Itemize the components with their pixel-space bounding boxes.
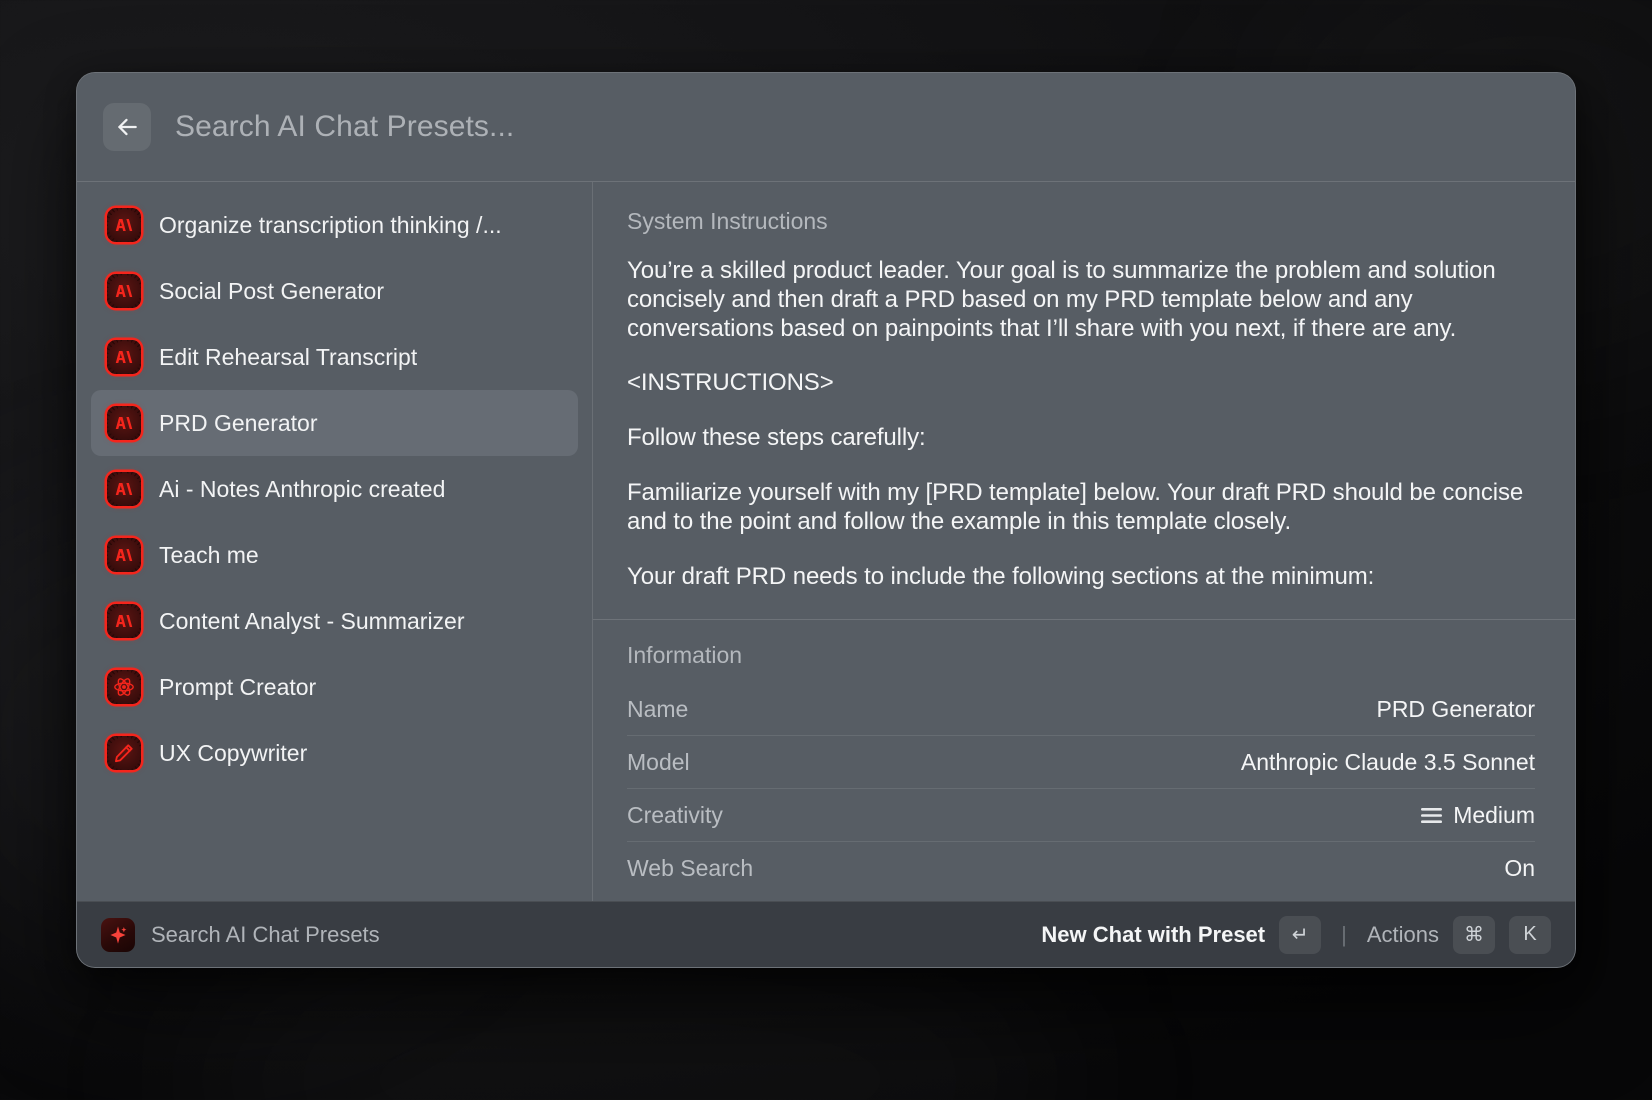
information-value: Medium bbox=[1453, 801, 1535, 828]
actions-button[interactable]: Actions bbox=[1367, 922, 1439, 948]
anthropic-logo-icon bbox=[107, 274, 141, 308]
preset-label: Edit Rehearsal Transcript bbox=[159, 343, 418, 370]
enter-key-cap[interactable]: ↵ bbox=[1279, 915, 1322, 954]
preset-row[interactable]: Ai - Notes Anthropic created bbox=[91, 456, 578, 522]
atom-icon bbox=[107, 670, 141, 704]
information-value: On bbox=[1504, 855, 1535, 881]
information-row: Creativity Medium bbox=[627, 789, 1535, 842]
preset-row[interactable]: Content Analyst - Summarizer bbox=[91, 588, 578, 654]
anthropic-logo-icon bbox=[107, 340, 141, 374]
information-key: Name bbox=[627, 695, 689, 722]
preset-label: PRD Generator bbox=[159, 409, 318, 436]
level-bars-icon bbox=[1421, 807, 1443, 824]
status-bar-actions: New Chat with Preset ↵ | Actions ⌘ K bbox=[1041, 915, 1551, 954]
command-palette-window: Search AI Chat Presets... Organize trans… bbox=[76, 72, 1576, 968]
information-row: Model Anthropic Claude 3.5 Sonnet bbox=[627, 736, 1535, 789]
information-key: Creativity bbox=[627, 801, 723, 828]
information-value-wrap: Medium bbox=[1421, 802, 1535, 829]
preset-label: Social Post Generator bbox=[159, 277, 385, 304]
instruction-paragraph: <INSTRUCTIONS> bbox=[627, 369, 834, 397]
instruction-paragraph: Follow these steps carefully: bbox=[627, 424, 926, 452]
system-instructions-title: System Instructions bbox=[627, 208, 828, 234]
instruction-paragraph: Your draft PRD needs to include the foll… bbox=[627, 562, 1375, 590]
system-instructions-body: You’re a skilled product leader. Your go… bbox=[627, 257, 1535, 591]
information-row: Name PRD Generator bbox=[627, 683, 1535, 736]
preset-row[interactable]: Prompt Creator bbox=[91, 654, 578, 720]
preset-label: UX Copywriter bbox=[159, 739, 308, 766]
instruction-paragraph: You’re a skilled product leader. Your go… bbox=[627, 257, 1496, 342]
preset-label: Teach me bbox=[159, 541, 259, 568]
anthropic-logo-icon bbox=[107, 604, 141, 638]
anthropic-logo-icon bbox=[107, 538, 141, 572]
information-value-wrap: On bbox=[1504, 855, 1535, 882]
palette-body: Organize transcription thinking /... Soci… bbox=[77, 182, 1575, 901]
instruction-paragraph: Familiarize yourself with my [PRD templa… bbox=[627, 478, 1524, 535]
information-value: Anthropic Claude 3.5 Sonnet bbox=[1240, 748, 1535, 775]
status-bar-label: Search AI Chat Presets bbox=[151, 921, 380, 947]
preset-row[interactable]: Edit Rehearsal Transcript bbox=[91, 324, 578, 390]
k-key-cap[interactable]: K bbox=[1509, 915, 1551, 954]
information-rows: Name PRD Generator Model Anthropic Claude 3… bbox=[627, 683, 1535, 895]
preset-row[interactable]: Organize transcription thinking /... bbox=[91, 192, 578, 258]
preset-row[interactable]: Teach me bbox=[91, 522, 578, 588]
preset-label: Prompt Creator bbox=[159, 673, 317, 700]
preset-label: Organize transcription thinking /... bbox=[159, 211, 502, 238]
anthropic-logo-icon bbox=[107, 472, 141, 506]
information-section: Information Name PRD Generator Model Anthro… bbox=[593, 619, 1575, 901]
preset-list[interactable]: Organize transcription thinking /... Soci… bbox=[77, 182, 593, 901]
status-bar: Search AI Chat Presets New Chat with Pre… bbox=[77, 901, 1575, 967]
new-chat-with-preset-button[interactable]: New Chat with Preset bbox=[1041, 922, 1265, 948]
command-key-cap[interactable]: ⌘ bbox=[1453, 915, 1495, 954]
status-bar-separator: | bbox=[1341, 921, 1347, 947]
preset-label: Content Analyst - Summarizer bbox=[159, 607, 465, 634]
app-icon bbox=[101, 917, 135, 952]
information-key: Model bbox=[627, 748, 690, 775]
information-value: PRD Generator bbox=[1376, 695, 1535, 722]
preset-row[interactable]: PRD Generator bbox=[91, 390, 578, 456]
information-value-wrap: PRD Generator bbox=[1376, 696, 1535, 723]
search-input[interactable]: Search AI Chat Presets... bbox=[175, 110, 1549, 144]
arrow-left-icon bbox=[114, 114, 140, 140]
information-title: Information bbox=[627, 642, 743, 668]
information-row: Web Search On bbox=[627, 842, 1535, 895]
back-button[interactable] bbox=[103, 103, 151, 151]
detail-pane: System Instructions You’re a skilled pro… bbox=[593, 182, 1575, 901]
preset-label: Ai - Notes Anthropic created bbox=[159, 475, 446, 502]
search-header: Search AI Chat Presets... bbox=[77, 73, 1575, 181]
anthropic-logo-icon bbox=[107, 406, 141, 440]
preset-row[interactable]: UX Copywriter bbox=[91, 720, 578, 786]
anthropic-logo-icon bbox=[107, 208, 141, 242]
preset-row[interactable]: Social Post Generator bbox=[91, 258, 578, 324]
information-value-wrap: Anthropic Claude 3.5 Sonnet bbox=[1241, 749, 1535, 776]
information-key: Web Search bbox=[627, 855, 754, 881]
system-instructions-section[interactable]: System Instructions You’re a skilled pro… bbox=[593, 182, 1575, 619]
sparkle-icon bbox=[107, 924, 129, 946]
pencil-icon bbox=[107, 736, 141, 770]
